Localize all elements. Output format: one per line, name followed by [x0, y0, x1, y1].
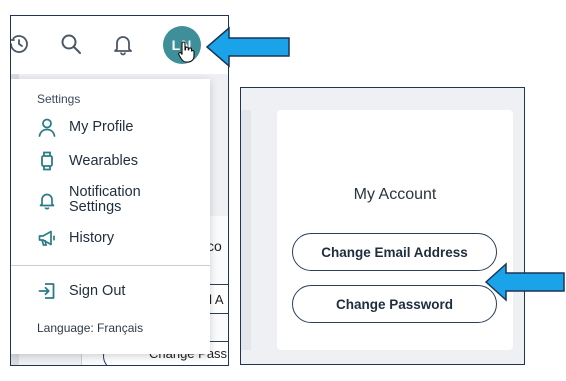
hand-cursor-icon — [178, 41, 195, 63]
my-account-card: My Account Change Email Address Change P… — [277, 110, 513, 350]
menu-item-notification-settings[interactable]: Notification Settings — [37, 185, 169, 215]
change-email-address-button[interactable]: Change Email Address — [292, 233, 497, 271]
search-icon[interactable] — [59, 32, 83, 56]
language-selector[interactable]: Language: Français — [37, 321, 143, 335]
watch-icon — [41, 151, 53, 171]
menu-item-label: History — [69, 229, 115, 246]
history-icon[interactable] — [10, 32, 31, 56]
background-strip — [241, 110, 251, 350]
dropdown-screenshot-panel: co ail A Change Pass LN Settings — [10, 15, 229, 366]
megaphone-icon — [38, 230, 55, 246]
person-icon — [38, 118, 56, 137]
menu-heading: Settings — [37, 92, 81, 106]
menu-item-sign-out[interactable]: Sign Out — [37, 281, 125, 301]
menu-item-my-profile[interactable]: My Profile — [37, 117, 133, 137]
menu-item-wearables[interactable]: Wearables — [37, 151, 138, 171]
account-dropdown-menu: Settings My Profile Wearables Notificati… — [11, 79, 210, 354]
sign-out-icon — [38, 283, 55, 299]
menu-item-label: Sign Out — [69, 282, 126, 299]
menu-item-history[interactable]: History — [37, 228, 114, 248]
callout-arrow-icon — [205, 26, 290, 68]
menu-item-label: Wearables — [69, 152, 139, 169]
my-account-panel: My Account Change Email Address Change P… — [240, 87, 525, 365]
menu-divider — [11, 265, 210, 266]
menu-item-label: Notification Settings — [69, 184, 141, 215]
callout-arrow-icon — [484, 262, 565, 302]
page-title: My Account — [353, 186, 437, 203]
bell-icon — [39, 193, 55, 210]
top-bar: LN — [10, 16, 228, 74]
change-password-button[interactable]: Change Password — [292, 285, 497, 323]
menu-item-label: My Profile — [69, 118, 134, 135]
bell-icon[interactable] — [111, 32, 135, 56]
